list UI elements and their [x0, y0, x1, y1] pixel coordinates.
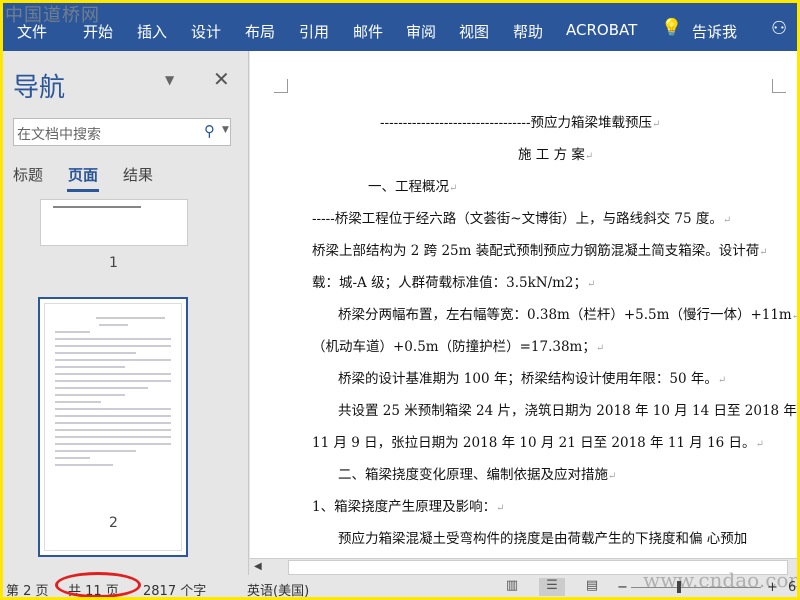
paragraph-mark: ↵	[449, 183, 458, 194]
zoom-in-button[interactable]: +	[767, 580, 778, 595]
tab-insert[interactable]: 插入	[137, 21, 167, 42]
lightbulb-icon[interactable]: 💡	[661, 18, 682, 38]
tab-mailings[interactable]: 邮件	[353, 21, 383, 42]
page-number-2: 2	[109, 515, 118, 531]
word-count[interactable]: 2817 个字	[143, 580, 206, 597]
thumbnail-content	[44, 303, 182, 551]
paragraph-mark: ↵	[722, 215, 732, 226]
zoom-level[interactable]: 6	[788, 580, 796, 595]
tab-results[interactable]: 结果	[123, 164, 153, 185]
paragraph-mark: ↵	[759, 247, 768, 258]
tab-pages[interactable]: 页面	[68, 164, 98, 185]
paragraph-mark: ↵	[755, 439, 764, 450]
document-page[interactable]: ---------------------------------预应力箱梁堆载…	[250, 51, 797, 558]
document-line: 二、箱梁挠度变化原理、编制依据及应对措施↵	[338, 463, 616, 483]
share-person-icon[interactable]: ⚇	[771, 18, 787, 39]
line-text: -----桥梁工程位于经六路（文荟街~文博街）上，与路线斜交 75 度。	[312, 211, 723, 227]
document-line: 1、箱梁挠度产生原理及影响：↵	[312, 495, 504, 515]
web-layout-icon[interactable]: ▤	[579, 578, 605, 596]
tab-acrobat[interactable]: ACROBAT	[566, 21, 637, 39]
zoom-slider[interactable]	[631, 587, 761, 588]
line-text: 11 月 9 日，张拉日期为 2018 年 10 月 21 日至 2018 年 …	[312, 435, 756, 451]
tab-layout[interactable]: 布局	[245, 21, 275, 42]
paragraph-mark: ↵	[791, 311, 797, 322]
active-tab-indicator	[67, 189, 99, 192]
document-line: （机动车道）+0.5m（防撞护栏）=17.38m；↵	[312, 335, 604, 355]
paragraph-mark: ↵	[652, 119, 661, 130]
document-line: ---------------------------------预应力箱梁堆载…	[380, 111, 660, 131]
paragraph-mark: ↵	[496, 503, 505, 514]
line-text: 预应力箱梁混凝土受弯构件的挠度是由荷载产生的下挠度和偏 心预加	[338, 531, 748, 547]
zoom-slider-thumb[interactable]	[677, 581, 681, 593]
tab-headings[interactable]: 标题	[13, 164, 43, 185]
line-text: ---------------------------------预应力箱梁堆载…	[380, 115, 653, 131]
chevron-down-icon[interactable]: ▼	[222, 125, 229, 135]
highlight-circle	[55, 572, 141, 597]
page-number-1: 1	[109, 255, 118, 271]
document-line: -----桥梁工程位于经六路（文荟街~文博街）上，与路线斜交 75 度。↵	[312, 207, 731, 227]
line-text: 桥梁分两幅布置，左右幅等宽：0.38m（栏杆）+5.5m（慢行一体）+11m	[338, 307, 792, 323]
search-input[interactable]: 在文档中搜索 ⚲ ▼	[13, 118, 231, 146]
line-text: 1、箱梁挠度产生原理及影响：	[312, 499, 497, 515]
status-bar: 第 2 页 共 11 页 2817 个字 英语(美国) www.cndao.co…	[3, 568, 797, 597]
tab-references[interactable]: 引用	[299, 21, 329, 42]
tab-design[interactable]: 设计	[191, 21, 221, 42]
document-line: 载：城-A 级；人群荷载标准值：3.5kN/m2；↵	[312, 271, 595, 291]
paragraph-mark: ↵	[717, 375, 727, 386]
paragraph-mark: ↵	[595, 343, 605, 354]
tab-home[interactable]: 开始	[83, 21, 113, 42]
document-line: 桥梁分两幅布置，左右幅等宽：0.38m（栏杆）+5.5m（慢行一体）+11m↵	[338, 303, 797, 323]
tab-help[interactable]: 帮助	[513, 21, 543, 42]
line-text: 桥梁的设计基准期为 100 年；桥梁结构设计使用年限：50 年。	[338, 371, 718, 387]
line-text: 桥梁上部结构为 2 跨 25m 装配式预制预应力钢筋混凝土简支箱梁。设计荷	[312, 243, 760, 259]
document-line: 共设置 25 米预制箱梁 24 片，浇筑日期为 2018 年 10 月 14 日…	[338, 399, 797, 419]
line-text: 共设置 25 米预制箱梁 24 片，浇筑日期为 2018 年 10 月 14 日…	[338, 403, 797, 419]
tab-view[interactable]: 视图	[459, 21, 489, 42]
document-line: 11 月 9 日，张拉日期为 2018 年 10 月 21 日至 2018 年 …	[312, 431, 764, 451]
crop-mark	[772, 79, 786, 93]
line-text: 施 工 方 案	[518, 147, 585, 163]
nav-options-dropdown-icon[interactable]: ▼	[165, 73, 174, 87]
print-layout-icon[interactable]: ☰	[539, 578, 565, 596]
ribbon: 中国道桥网 文件 开始 插入 设计 布局 引用 邮件 审阅 视图 帮助 ACRO…	[3, 3, 797, 51]
navigation-pane: 导航 ▼ ✕ 在文档中搜索 ⚲ ▼ 标题 页面 结果 1	[3, 51, 249, 575]
tell-me-button[interactable]: 告诉我	[692, 21, 737, 42]
document-line: 一、工程概况↵	[368, 175, 457, 195]
line-text: （机动车道）+0.5m（防撞护栏）=17.38m；	[312, 339, 596, 355]
paragraph-mark: ↵	[584, 151, 594, 162]
tab-file[interactable]: 文件	[17, 21, 47, 42]
nav-title: 导航	[13, 73, 66, 103]
paragraph-mark: ↵	[608, 471, 617, 482]
line-text: 载：城-A 级；人群荷载标准值：3.5kN/m2；	[312, 275, 588, 291]
page-thumbnail-1[interactable]	[40, 199, 188, 246]
page-indicator[interactable]: 第 2 页	[6, 580, 49, 597]
document-line: 预应力箱梁混凝土受弯构件的挠度是由荷载产生的下挠度和偏 心预加	[338, 527, 747, 547]
search-icon[interactable]: ⚲	[204, 122, 215, 140]
language[interactable]: 英语(美国)	[247, 580, 309, 597]
document-line: 施 工 方 案↵	[518, 143, 593, 163]
read-mode-icon[interactable]: ▥	[499, 578, 525, 596]
document-line: 桥梁上部结构为 2 跨 25m 装配式预制预应力钢筋混凝土简支箱梁。设计荷↵	[312, 239, 768, 259]
tab-review[interactable]: 审阅	[406, 21, 436, 42]
zoom-out-button[interactable]: −	[617, 580, 628, 595]
search-placeholder: 在文档中搜索	[17, 127, 101, 143]
close-icon[interactable]: ✕	[213, 67, 230, 91]
paragraph-mark: ↵	[587, 279, 596, 290]
line-text: 一、工程概况	[368, 179, 449, 195]
scroll-left-icon[interactable]: ◀	[254, 561, 262, 572]
line-text: 二、箱梁挠度变化原理、编制依据及应对措施	[338, 467, 608, 483]
crop-mark	[274, 79, 288, 93]
document-line: 桥梁的设计基准期为 100 年；桥梁结构设计使用年限：50 年。↵	[338, 367, 726, 387]
word-window: 中国道桥网 文件 开始 插入 设计 布局 引用 邮件 审阅 视图 帮助 ACRO…	[3, 3, 797, 597]
